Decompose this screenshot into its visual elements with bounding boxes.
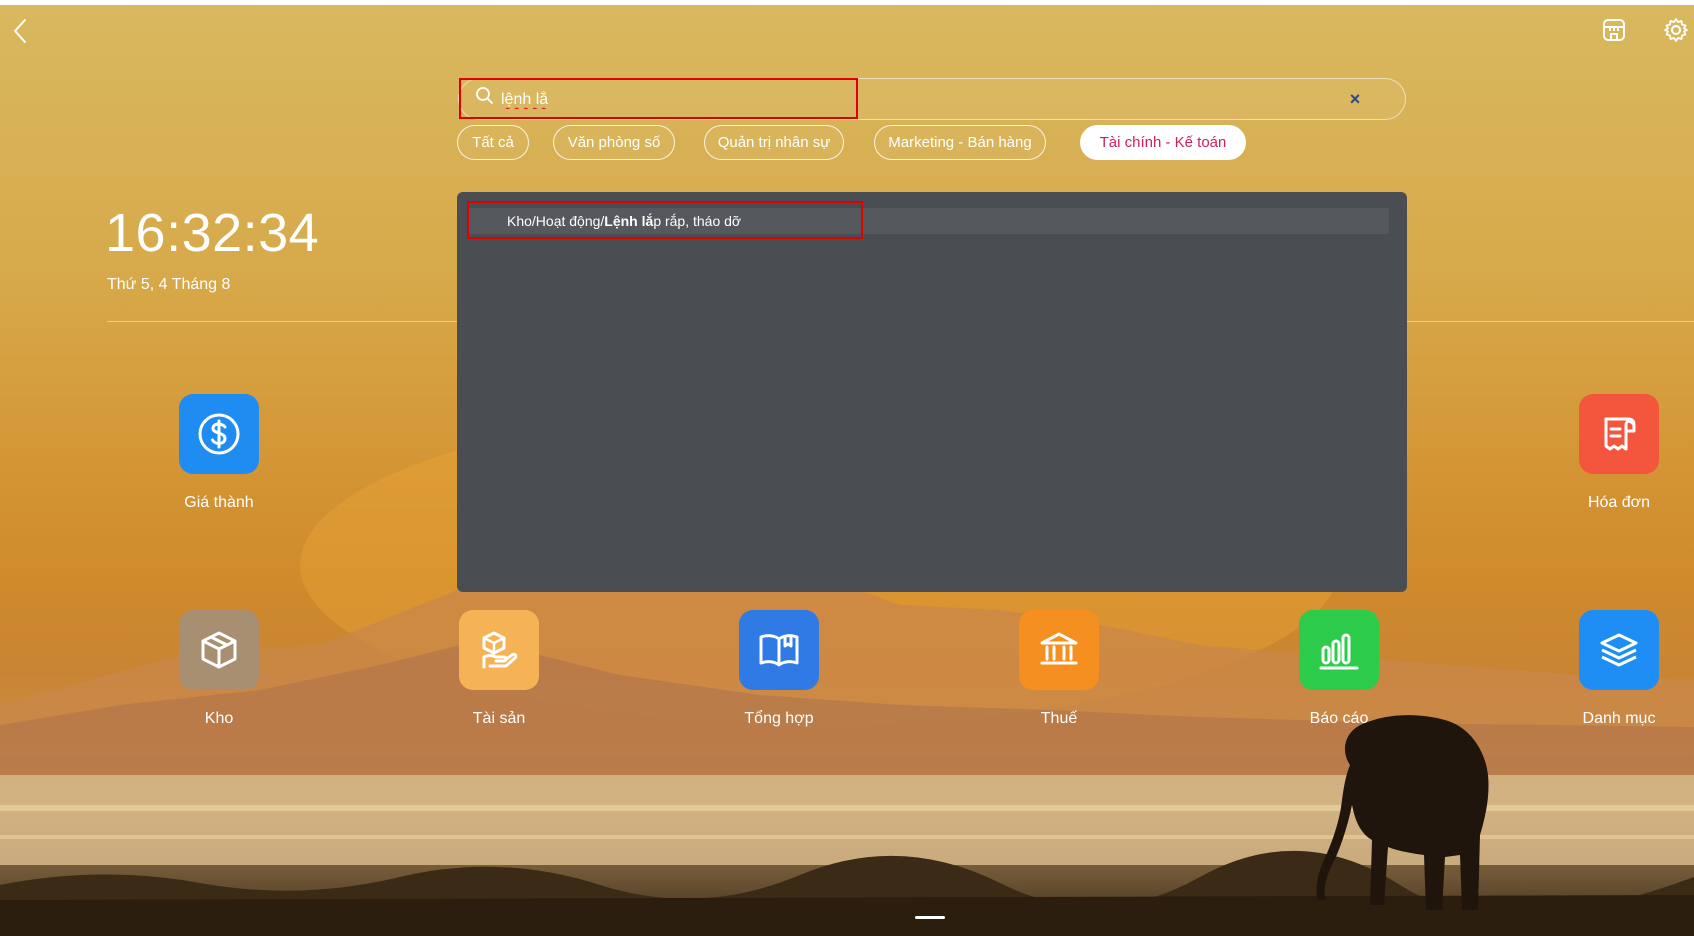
filter-chip-digital-office[interactable]: Văn phòng số (553, 125, 675, 160)
app-label: Tổng hợp (744, 710, 814, 727)
app-tong-hop[interactable]: Tổng hợp (719, 610, 839, 728)
app-tai-san[interactable]: Tài sản (439, 610, 559, 728)
hand-box-icon (459, 610, 539, 690)
app-label: Danh mục (1582, 710, 1656, 727)
app-label: Thuế (1040, 710, 1078, 727)
page-indicator[interactable] (915, 916, 945, 919)
app-bao-cao[interactable]: Báo cáo (1279, 610, 1399, 728)
app-gia-thanh[interactable]: Giá thành (159, 394, 279, 512)
app-thue[interactable]: Thuế (999, 610, 1119, 728)
filter-chip-marketing-sales[interactable]: Marketing - Bán hàng (874, 125, 1046, 160)
app-label: Kho (204, 710, 234, 727)
gear-icon (1664, 18, 1688, 42)
box-icon (179, 610, 259, 690)
result-highlight-box (467, 201, 863, 239)
app-hoa-don[interactable]: Hóa đơn (1559, 394, 1679, 512)
filter-chip-hr[interactable]: Quản trị nhân sự (704, 125, 844, 160)
settings-button[interactable] (1662, 16, 1690, 44)
search-results-panel: Kho/Hoạt động/Lệnh lắp rắp, tháo dỡ (457, 192, 1407, 592)
app-label: Hóa đơn (1587, 494, 1651, 511)
app-label: Báo cáo (1309, 710, 1369, 727)
chevron-left-icon (14, 19, 26, 43)
layers-icon (1579, 610, 1659, 690)
dollar-icon (179, 394, 259, 474)
book-icon (739, 610, 819, 690)
clock-date: Thứ 5, 4 Tháng 8 (107, 276, 231, 293)
filter-chip-finance-accounting[interactable]: Tài chính - Kế toán (1080, 125, 1246, 160)
store-button[interactable] (1600, 16, 1628, 44)
app-kho[interactable]: Kho (159, 610, 279, 728)
clear-search-button[interactable]: × (1344, 88, 1366, 110)
filter-chip-all[interactable]: Tất cả (457, 125, 529, 160)
back-button[interactable] (8, 14, 32, 48)
app-label: Tài sản (472, 710, 526, 727)
app-danh-muc[interactable]: Danh mục (1559, 610, 1679, 728)
receipt-icon (1579, 394, 1659, 474)
clock-time: 16:32:34 (105, 203, 320, 263)
search-highlight-box (459, 78, 858, 119)
bank-icon (1019, 610, 1099, 690)
bar-chart-icon (1299, 610, 1379, 690)
store-icon (1603, 19, 1625, 41)
app-label: Giá thành (184, 494, 254, 511)
